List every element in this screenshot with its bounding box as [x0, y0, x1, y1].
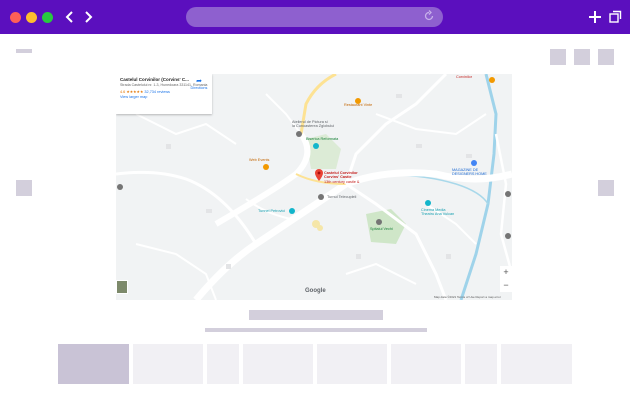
rating-stars: 4.6 ★★★★★ [120, 89, 144, 94]
label-tunnel: Tunnel Petrovici [258, 209, 286, 213]
plus-icon[interactable] [588, 7, 602, 31]
minimize-window-button[interactable] [26, 12, 37, 23]
label-atelier: Atelierul de Pictura si la Cunoasterea Z… [292, 120, 335, 129]
zoom-out-button[interactable]: − [500, 279, 512, 292]
label-spitalul: Spitalul Vechi [370, 227, 393, 231]
view-larger-map-link[interactable]: View larger map [120, 95, 208, 99]
page-content: Castelul Corvinilor (Corvins' C... Strad… [0, 34, 630, 420]
thumbnail[interactable] [207, 344, 239, 384]
label-castle-sub: 13th century castle & [324, 180, 360, 184]
directions-icon: ➦ [196, 78, 202, 85]
directions-button[interactable]: ➦ Directions [190, 78, 208, 90]
map-attribution[interactable]: Map data ©2021 Terms of Use Report a map… [434, 295, 501, 299]
tabs-icon[interactable] [608, 7, 622, 31]
thumbnail[interactable] [465, 344, 497, 384]
close-window-button[interactable] [10, 12, 21, 23]
maximize-window-button[interactable] [42, 12, 53, 23]
browser-toolbar [0, 0, 630, 34]
label-corvinilor: Corvinilor [456, 75, 473, 79]
label-restaurant: Restaurant Vinte [344, 103, 373, 107]
thumbnail-active[interactable] [58, 344, 129, 384]
embedded-map[interactable]: Castelul Corvinilor (Corvins' C... Strad… [116, 74, 512, 300]
next-arrow-placeholder [598, 180, 614, 196]
caption-placeholder [249, 310, 383, 320]
review-count[interactable]: 32,734 reviews [144, 90, 170, 94]
prev-arrow-placeholder [16, 180, 32, 196]
thumbnail[interactable] [243, 344, 313, 384]
subcaption-placeholder [205, 328, 427, 332]
google-logo: Google [305, 288, 326, 294]
thumbnail[interactable] [501, 344, 572, 384]
chevron-left-icon[interactable] [62, 8, 78, 26]
icon-placeholder [574, 49, 590, 65]
label-castle: Castelul Corvinilor Corvins' Castle [324, 171, 358, 180]
thumbnail[interactable] [133, 344, 203, 384]
street-view-icon[interactable] [116, 280, 128, 294]
icon-placeholder [550, 49, 566, 65]
menu-placeholder [16, 49, 32, 53]
address-bar[interactable] [186, 7, 443, 27]
thumbnail[interactable] [317, 344, 387, 384]
label-cinema: Cinema Media Theatru Ana Vulcan [421, 208, 455, 217]
label-magazine: MAGAZINE DE DESIGNERS HOME [452, 168, 487, 177]
zoom-control: + − [500, 266, 512, 292]
label-events: Web Events [249, 158, 270, 162]
directions-label: Directions [190, 86, 208, 90]
thumbnail[interactable] [391, 344, 461, 384]
label-biserica: Biserica Reformata [306, 137, 339, 141]
icon-placeholder [598, 49, 614, 65]
reload-icon[interactable] [423, 9, 435, 26]
label-turnul: Turnul Telecupleli [327, 195, 357, 199]
chevron-right-icon[interactable] [80, 8, 96, 26]
zoom-in-button[interactable]: + [500, 266, 512, 279]
